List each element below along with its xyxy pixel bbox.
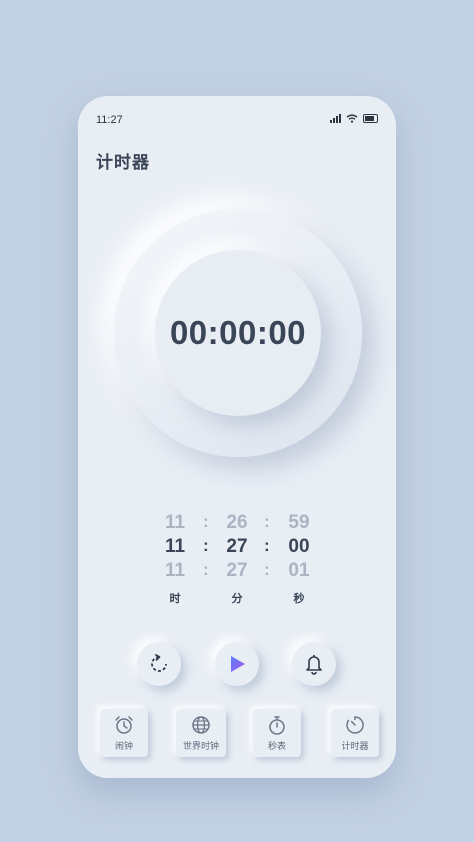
timer-dial: 00:00:00 <box>114 209 362 457</box>
separator: : <box>203 536 209 555</box>
nav-label: 世界时钟 <box>182 741 219 751</box>
hours-current: 11 <box>164 536 186 557</box>
minutes-current: 27 <box>226 536 248 557</box>
seconds-current: 00 <box>288 536 310 557</box>
minutes-prev: 26 <box>226 512 248 533</box>
separator: : <box>264 560 270 579</box>
nav-item-stopwatch[interactable]: 秒表 <box>253 709 301 757</box>
separator: : <box>264 536 270 555</box>
seconds-unit-label: 秒 <box>293 593 305 605</box>
nav-label: 计时器 <box>341 741 369 751</box>
globe-icon <box>192 716 210 734</box>
status-bar: 11:27 <box>78 96 396 140</box>
wifi-icon <box>346 114 358 123</box>
stopwatch-icon <box>269 716 285 735</box>
alarm-clock-icon <box>115 716 133 734</box>
status-icons <box>330 114 378 123</box>
phone-screen: 11:27 计时器 00:00:00 11 11 11 : : : 26 27 … <box>78 96 396 778</box>
minutes-next: 27 <box>226 560 248 581</box>
page-title: 计时器 <box>96 153 150 172</box>
play-icon <box>231 656 245 672</box>
nav-item-world-clock[interactable]: 世界时钟 <box>176 709 226 757</box>
nav-item-alarm[interactable]: 闹钟 <box>100 709 148 757</box>
seconds-prev: 59 <box>288 512 310 533</box>
bell-icon <box>306 655 322 675</box>
minutes-unit-label: 分 <box>231 593 243 605</box>
seconds-next: 01 <box>288 560 310 581</box>
timer-face: 00:00:00 <box>155 250 321 416</box>
start-button[interactable] <box>215 642 259 686</box>
timer-display: 00:00:00 <box>169 314 307 351</box>
hours-next: 11 <box>164 560 186 581</box>
hours-unit-label: 时 <box>169 593 181 605</box>
timer-icon <box>346 716 364 734</box>
sound-button[interactable] <box>292 642 336 686</box>
signal-icon <box>330 114 341 123</box>
status-time: 11:27 <box>96 114 123 126</box>
time-picker: 11 11 11 : : : 26 27 27 : : : 59 00 01 时… <box>78 512 396 612</box>
reset-button[interactable] <box>137 642 181 686</box>
separator: : <box>264 512 270 531</box>
separator: : <box>203 512 209 531</box>
nav-label: 闹钟 <box>114 741 133 751</box>
hours-prev: 11 <box>164 512 186 533</box>
bottom-nav: 闹钟 世界时钟 秒表 计时器 <box>78 709 396 765</box>
nav-item-timer[interactable]: 计时器 <box>331 709 379 757</box>
battery-icon <box>363 114 378 123</box>
nav-label: 秒表 <box>267 741 286 751</box>
reset-icon <box>151 654 167 672</box>
separator: : <box>203 560 209 579</box>
